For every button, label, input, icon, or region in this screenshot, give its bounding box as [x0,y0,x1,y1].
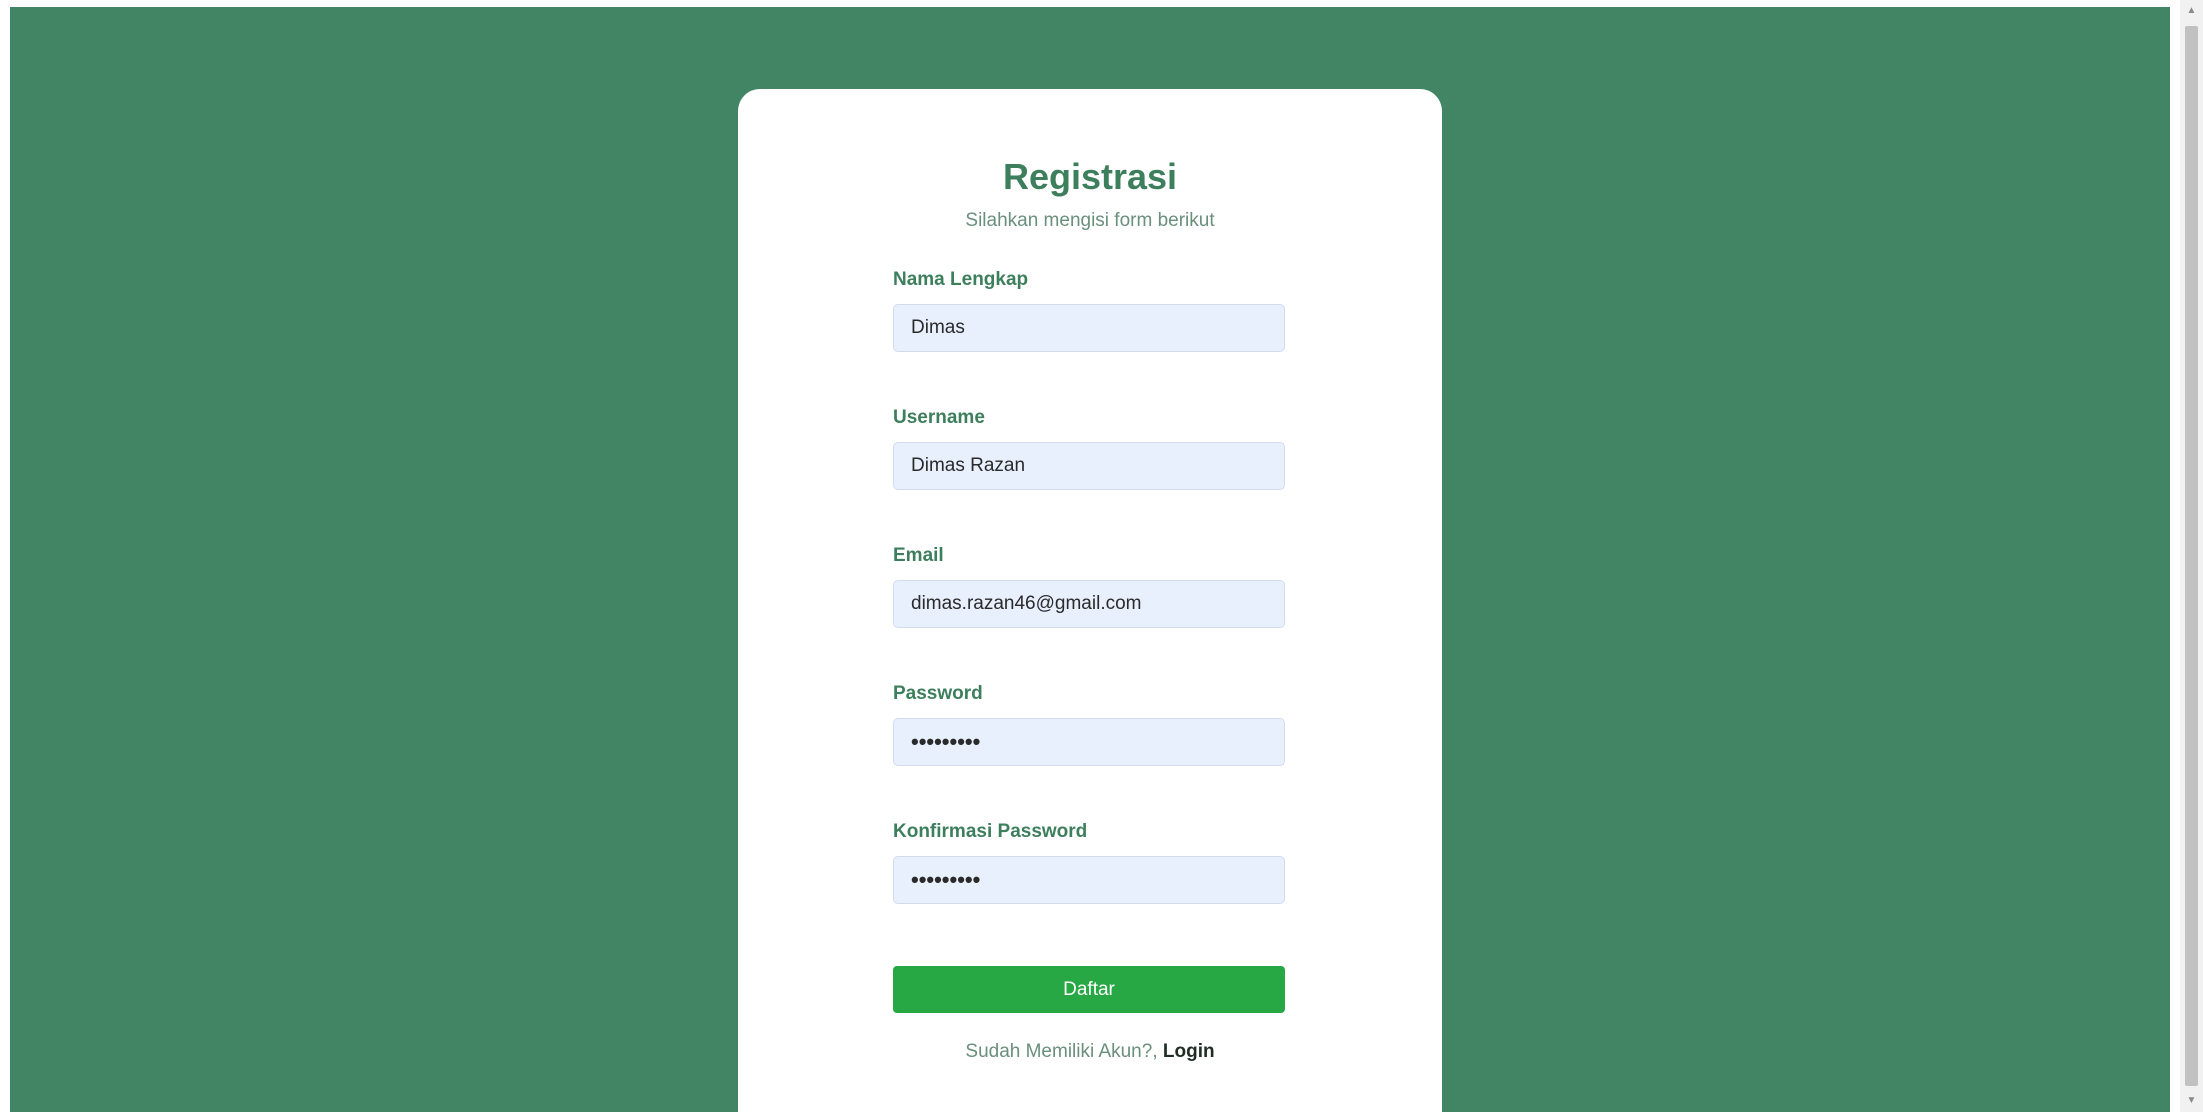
full-name-label: Nama Lengkap [893,269,1029,290]
page-background: Registrasi Silahkan mengisi form berikut… [10,7,2170,1112]
full-name-input[interactable]: Dimas [893,304,1285,352]
page-subtitle: Silahkan mengisi form berikut [965,210,1215,231]
password-input[interactable]: ••••••••• [893,718,1285,766]
email-label: Email [893,545,944,566]
password-label: Password [893,683,983,704]
login-link[interactable]: Login [1163,1041,1215,1062]
page-title: Registrasi [1002,156,1178,197]
username-input[interactable]: Dimas Razan [893,442,1285,490]
confirm-password-label: Konfirmasi Password [893,821,1088,842]
login-prompt: Sudah Memiliki Akun?, Login [738,1040,1442,1064]
scroll-up-arrow-icon[interactable]: ▲ [2180,0,2203,22]
email-input[interactable]: dimas.razan46@gmail.com [893,580,1285,628]
vertical-scrollbar[interactable]: ▲ ▼ [2180,0,2203,1112]
scroll-down-arrow-icon[interactable]: ▼ [2180,1090,2203,1112]
login-prompt-text: Sudah Memiliki Akun?, [965,1041,1163,1062]
confirm-password-input[interactable]: ••••••••• [893,856,1285,904]
register-button[interactable]: Daftar [893,966,1285,1013]
registration-card: Registrasi Silahkan mengisi form berikut… [738,89,1442,1112]
scroll-thumb[interactable] [2185,26,2198,1086]
username-label: Username [893,407,985,428]
